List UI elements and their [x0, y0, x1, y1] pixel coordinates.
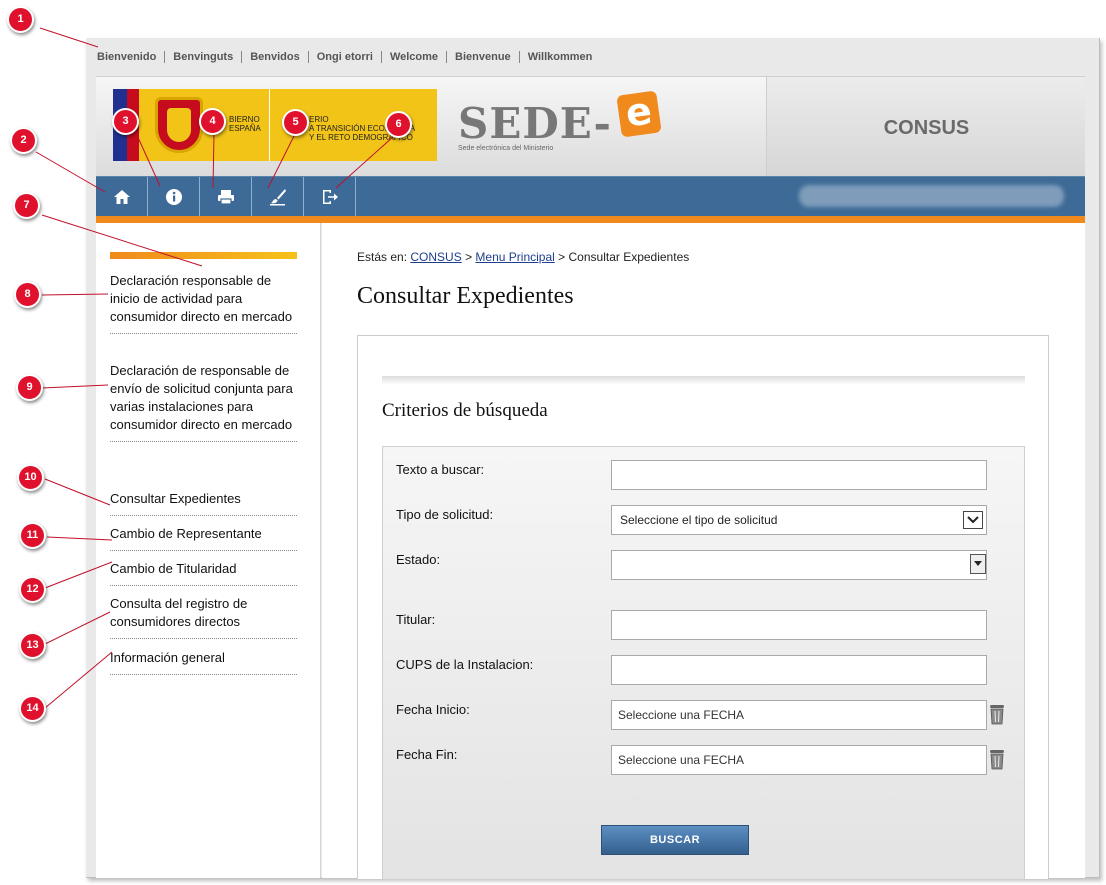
accent-bar	[96, 216, 1085, 223]
callout-marker: 12	[19, 576, 46, 603]
logout-icon	[322, 189, 338, 204]
info-icon	[165, 188, 182, 205]
sidebar-item-cambio-representante[interactable]: Cambio de Representante	[110, 525, 297, 551]
search-section-title: Criterios de búsqueda	[382, 400, 548, 421]
search-card: Criterios de búsqueda Texto a buscar: Ti…	[357, 335, 1049, 880]
callout-marker: 6	[385, 111, 412, 138]
tipo-selected-value: Seleccione el tipo de solicitud	[620, 513, 778, 527]
fecha-inicio-label: Fecha Inicio:	[396, 702, 470, 717]
estado-select[interactable]	[611, 550, 987, 580]
home-button[interactable]	[96, 177, 148, 216]
trash-icon[interactable]	[988, 748, 1006, 770]
titular-label: Titular:	[396, 612, 436, 627]
cups-input[interactable]	[611, 655, 987, 685]
sidebar-item-consulta-registro[interactable]: Consulta del registro de consumidores di…	[110, 595, 297, 639]
texto-input[interactable]	[611, 460, 987, 490]
cups-label: CUPS de la Instalacion:	[396, 657, 534, 672]
info-button[interactable]	[148, 177, 200, 216]
card-divider	[382, 376, 1025, 385]
app-title: CONSUS	[883, 117, 970, 139]
page-title: Consultar Expedientes	[357, 283, 574, 309]
callout-marker: 7	[13, 192, 40, 219]
fecha-inicio-input[interactable]: Seleccione una FECHA	[611, 700, 987, 730]
sidebar-item-declaracion-inicio[interactable]: Declaración responsable de inicio de act…	[110, 272, 297, 334]
breadcrumb-separator: >	[558, 250, 566, 264]
callout-marker: 9	[16, 374, 43, 401]
fecha-fin-input[interactable]: Seleccione una FECHA	[611, 745, 987, 775]
sidebar-menu: Declaración responsable de inicio de act…	[96, 223, 321, 878]
language-link[interactable]: Willkommen	[518, 51, 601, 63]
sidebar-item-consultar-expedientes[interactable]: Consultar Expedientes	[110, 490, 297, 516]
breadcrumb-prefix: Estás en:	[357, 250, 408, 264]
titular-input[interactable]	[611, 610, 987, 640]
breadcrumb-current: Consultar Expedientes	[568, 250, 690, 264]
language-link[interactable]: Benvidos	[241, 51, 308, 63]
callout-marker: 2	[10, 127, 37, 154]
language-link[interactable]: Benvinguts	[164, 51, 241, 63]
brush-icon	[269, 188, 286, 205]
annotated-screenshot: Bienvenido Benvinguts Benvidos Ongi etor…	[0, 0, 1106, 885]
texto-label: Texto a buscar:	[396, 462, 485, 477]
trash-icon[interactable]	[988, 703, 1006, 725]
fecha-fin-label: Fecha Fin:	[396, 747, 458, 762]
language-link[interactable]: Bienvenue	[446, 51, 519, 63]
tipo-select[interactable]: Seleccione el tipo de solicitud	[611, 505, 987, 535]
logo-divider	[269, 89, 270, 161]
logout-button[interactable]	[304, 177, 356, 216]
sede-logo-text: SEDE-	[458, 99, 612, 148]
sidebar-accent-bar	[110, 252, 297, 259]
callout-marker: 3	[112, 108, 139, 135]
home-icon	[113, 189, 130, 204]
chevron-down-icon[interactable]	[963, 511, 983, 529]
coat-of-arms-icon	[155, 97, 203, 153]
tipo-label: Tipo de solicitud:	[396, 507, 494, 522]
print-icon	[217, 189, 234, 205]
app-title-panel: CONSUS	[766, 77, 1085, 177]
government-text: BIERNO ESPAÑA	[229, 115, 261, 133]
dropdown-arrow-icon[interactable]	[970, 554, 986, 574]
callout-marker: 13	[19, 632, 46, 659]
main-content: Estás en: CONSUS > Menu Principal > Cons…	[322, 223, 1085, 880]
sidebar-item-declaracion-conjunta[interactable]: Declaración de responsable de envío de s…	[110, 362, 297, 442]
breadcrumb-separator: >	[465, 250, 473, 264]
language-link[interactable]: Bienvenido	[97, 51, 164, 63]
breadcrumb: Estás en: CONSUS > Menu Principal > Cons…	[357, 250, 689, 264]
language-link[interactable]: Welcome	[380, 51, 446, 63]
sidebar-item-informacion-general[interactable]: Información general	[110, 649, 297, 675]
breadcrumb-link-menu-principal[interactable]: Menu Principal	[475, 250, 554, 264]
style-button[interactable]	[252, 177, 304, 216]
callout-marker: 10	[17, 464, 44, 491]
callout-marker: 5	[282, 109, 309, 136]
sede-e-logo-icon: e	[616, 88, 662, 138]
site-header: BIERNO ESPAÑA ERIO A TRANSICIÓN ECOLÓGIC…	[96, 76, 1085, 177]
main-toolbar	[96, 176, 1085, 216]
estado-label: Estado:	[396, 552, 441, 567]
breadcrumb-link-consus[interactable]: CONSUS	[410, 250, 461, 264]
callout-marker: 11	[19, 522, 46, 549]
callout-marker: 4	[199, 108, 226, 135]
sidebar-item-cambio-titularidad[interactable]: Cambio de Titularidad	[110, 560, 297, 586]
language-link[interactable]: Ongi etorri	[307, 51, 381, 63]
user-name-blurred	[799, 185, 1064, 207]
sede-subtitle: Sede electrónica del Ministerio	[458, 145, 554, 152]
callout-marker: 1	[7, 6, 34, 33]
print-button[interactable]	[200, 177, 252, 216]
search-button[interactable]: BUSCAR	[601, 825, 749, 855]
language-bar: Bienvenido Benvinguts Benvidos Ongi etor…	[97, 50, 600, 64]
callout-marker: 8	[14, 281, 41, 308]
callout-marker: 14	[19, 695, 46, 722]
search-form: Texto a buscar: Tipo de solicitud: Selec…	[382, 446, 1025, 880]
